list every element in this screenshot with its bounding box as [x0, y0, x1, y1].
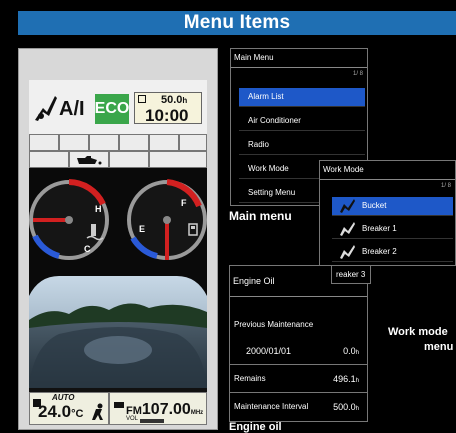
remains-unit: h [355, 378, 359, 384]
bucket-icon [338, 198, 356, 214]
gauge-area: H C F E [29, 168, 207, 276]
maintenance-interval-value: 500.0 [333, 402, 356, 412]
fuel-gauge: F E [127, 179, 207, 260]
remains-value: 496.1 [333, 374, 356, 384]
breaker-icon [338, 221, 356, 237]
eco-indicator: ECO [95, 94, 129, 124]
previous-maintenance-unit: h [355, 350, 359, 356]
radio-box: FM107.00MHz VOL [109, 392, 207, 425]
work-mode-item-breaker-3-partial[interactable]: reaker 3 [331, 266, 371, 284]
radio-unit: MHz [190, 410, 204, 416]
main-menu-page: 1/ 8 [352, 71, 363, 77]
work-mode-item-breaker-2[interactable]: Breaker 2 [332, 243, 453, 262]
monitor-screen: A/I ECO 50.0h 10:00 H C F E AUTO 24.0°C … [29, 80, 207, 425]
work-mode-title: Work Mode [320, 161, 455, 180]
gauge-cold-label: C [84, 244, 91, 254]
monitor-top-bar: A/I ECO 50.0h 10:00 [29, 80, 207, 134]
temperature-unit: °C [71, 408, 84, 420]
hour-meter-icon [138, 95, 146, 103]
previous-maintenance-value: 0.0 [343, 346, 356, 356]
engine-oil-panel: Engine Oil Previous Maintenance 2000/01/… [229, 265, 368, 422]
maintenance-interval-unit: h [355, 406, 359, 412]
ac-mode-label: A/I [59, 98, 85, 120]
climate-mode: AUTO [52, 393, 75, 402]
work-mode-caption-line2: menu [424, 341, 454, 353]
work-mode-item-breaker-1[interactable]: Breaker 1 [332, 220, 453, 239]
gauge-full-label: F [181, 198, 187, 208]
hour-meter-value: 50.0 [161, 94, 183, 106]
work-mode-item-bucket[interactable]: Bucket [332, 197, 453, 216]
section-title: Menu Items [183, 12, 291, 33]
work-mode-caption-line1: Work mode [388, 326, 448, 338]
temperature-value: 24.0 [38, 402, 72, 421]
monitor-frame: A/I ECO 50.0h 10:00 H C F E AUTO 24.0°C … [18, 48, 218, 430]
hour-meter-unit: h [182, 96, 188, 105]
section-banner: Menu Items [18, 11, 456, 35]
main-menu-caption: Main menu [229, 209, 292, 223]
climate-icon [33, 394, 41, 407]
main-menu-title: Main Menu [231, 49, 367, 68]
previous-maintenance-label: Previous Maintenance [234, 320, 314, 329]
rear-camera-view [29, 276, 207, 388]
volume-bar [140, 419, 164, 423]
attachment-icon [33, 94, 59, 122]
breaker-icon [338, 244, 356, 260]
main-menu-item-radio[interactable]: Radio [239, 136, 365, 155]
clock-display: 10:00 [145, 106, 189, 125]
hour-meter-box: 50.0h 10:00 [134, 92, 202, 125]
coolant-temp-gauge: H C [29, 179, 109, 260]
work-mode-item-label: Breaker 1 [362, 224, 397, 233]
work-mode-page: 1/ 8 [440, 183, 451, 189]
work-mode-item-label: reaker 3 [336, 270, 366, 279]
volume-label: VOL [126, 416, 139, 422]
gauge-empty-label: E [139, 224, 145, 234]
airflow-person-icon [90, 403, 106, 421]
work-mode-item-label: Breaker 2 [362, 247, 397, 256]
main-menu-item-alarm-list[interactable]: Alarm List [239, 88, 365, 107]
engine-oil-caption: Engine oil [229, 421, 282, 433]
work-mode-panel: Work Mode 1/ 8 Bucket Breaker 1 Breaker … [319, 160, 456, 266]
main-menu-item-air-conditioner[interactable]: Air Conditioner [239, 112, 365, 131]
gauge-hot-label: H [95, 204, 102, 214]
status-bottom-bar: AUTO 24.0°C FM107.00MHz VOL [29, 392, 207, 425]
indicator-row [29, 134, 207, 168]
work-mode-item-label: Bucket [362, 201, 387, 210]
oil-can-icon [73, 152, 103, 167]
climate-box: AUTO 24.0°C [29, 392, 109, 425]
radio-icon [114, 395, 124, 408]
radio-frequency: 107.00 [141, 401, 191, 418]
